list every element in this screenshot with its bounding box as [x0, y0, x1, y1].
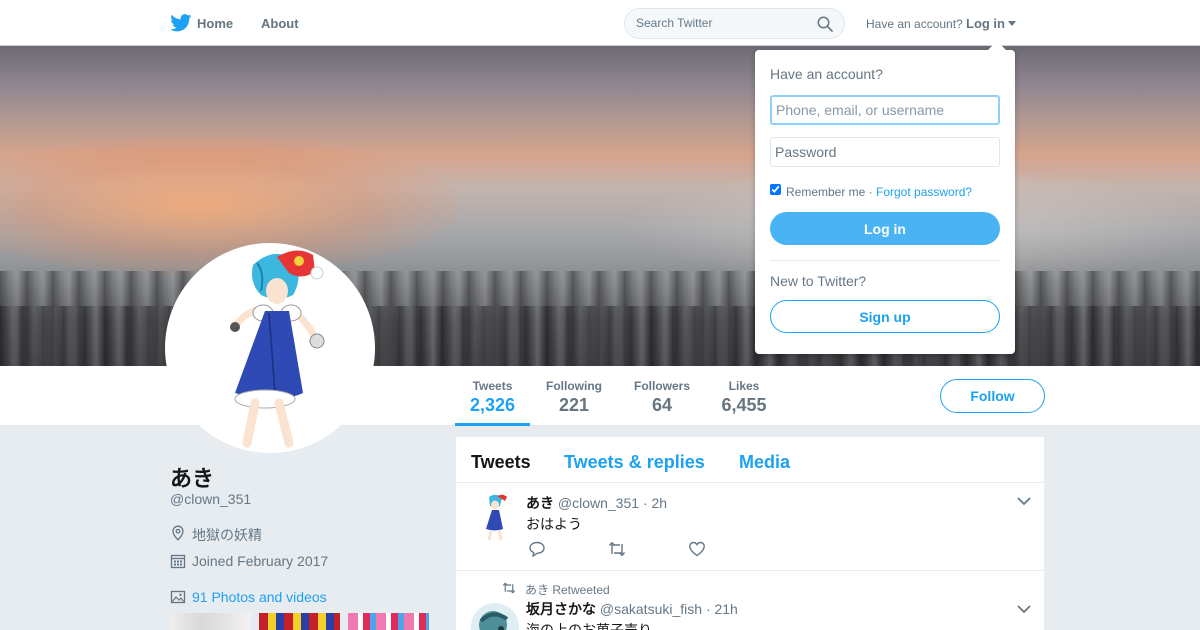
media-thumbnail[interactable]	[170, 613, 251, 630]
stat-label: Following	[546, 379, 602, 393]
nav-home-link[interactable]: Home	[197, 16, 233, 31]
tweet-author-name[interactable]: 坂月さかな	[526, 601, 596, 617]
have-account-text: Have an account?	[866, 17, 963, 31]
profile-avatar[interactable]	[165, 243, 375, 453]
photos-videos-label[interactable]: 91 Photos and videos	[192, 589, 327, 605]
nav-about-link[interactable]: About	[261, 16, 299, 31]
stat-tweets[interactable]: Tweets 2,326	[455, 366, 530, 426]
dropdown-arrow	[988, 41, 1006, 50]
tweet-text: おはよう	[526, 516, 582, 532]
profile-name: あき	[170, 466, 215, 491]
stat-value: 6,455	[721, 395, 767, 415]
forgot-password-link[interactable]: Forgot password?	[876, 185, 972, 199]
tweet-item[interactable]: あき @clown_351 · 2h おはよう	[456, 483, 1044, 571]
dropdown-title: Have an account?	[770, 66, 883, 82]
heart-icon[interactable]	[688, 541, 706, 557]
image-icon	[170, 590, 186, 604]
login-dropdown-toggle[interactable]: Log in	[966, 16, 1005, 31]
tweet-header: 坂月さかな @sakatsuki_fish · 21h	[526, 599, 738, 619]
remember-me-label[interactable]: Remember me ·	[786, 185, 873, 199]
tab-tweets-replies[interactable]: Tweets & replies	[564, 452, 705, 473]
chevron-down-icon[interactable]	[1017, 496, 1031, 506]
tweet-timestamp[interactable]: · 21h	[706, 601, 738, 617]
tweet-author-handle[interactable]: @sakatsuki_fish	[600, 601, 702, 617]
map-pin-icon	[172, 525, 184, 541]
retweet-note-text[interactable]: あき Retweeted	[525, 581, 610, 598]
media-thumbnail[interactable]	[259, 613, 340, 630]
stat-value: 64	[651, 395, 673, 415]
twitter-bird-icon[interactable]	[170, 14, 192, 32]
tab-media[interactable]: Media	[739, 452, 790, 473]
stat-label: Followers	[633, 379, 690, 393]
retweet-arrows-icon[interactable]	[608, 541, 626, 557]
profile-handle[interactable]: @clown_351	[170, 491, 251, 507]
remember-me-checkbox[interactable]	[770, 184, 781, 195]
top-navigation-bar: Home About Have an account? Log in	[0, 0, 1200, 46]
caret-down-icon[interactable]	[1008, 21, 1016, 26]
tweet-author-handle[interactable]: @clown_351	[558, 495, 639, 511]
location-text: 地獄の妖精	[192, 527, 262, 543]
chevron-down-icon[interactable]	[1017, 604, 1031, 614]
stat-value: 221	[558, 395, 590, 415]
tweet-avatar-illustration	[486, 494, 507, 541]
search-input[interactable]	[636, 16, 806, 30]
calendar-icon	[170, 554, 186, 569]
tweet-item[interactable]: あき Retweeted 坂月さかな @sakatsuki_fish · 21h…	[456, 571, 1044, 630]
timeline-tabs: Tweets Tweets & replies Media	[456, 437, 1044, 483]
signup-button[interactable]: Sign up	[770, 300, 1000, 333]
login-button[interactable]: Log in	[770, 212, 1000, 245]
media-thumbnail[interactable]	[348, 613, 429, 630]
stat-likes[interactable]: Likes 6,455	[712, 366, 776, 426]
stat-followers[interactable]: Followers 64	[628, 366, 696, 426]
joined-text: Joined February 2017	[192, 553, 329, 569]
retweet-arrows-icon	[502, 582, 516, 594]
username-field[interactable]	[770, 95, 1000, 125]
tweet-avatar-illustration	[471, 603, 519, 630]
follow-button[interactable]: Follow	[940, 379, 1045, 413]
tweet-author-name[interactable]: あき	[526, 495, 554, 511]
magnifier-icon[interactable]	[817, 16, 833, 32]
tweet-text: 海の上のお菓子売り	[526, 622, 652, 630]
speech-bubble-icon[interactable]	[528, 541, 546, 557]
tweet-header: あき @clown_351 · 2h	[526, 493, 667, 513]
password-field[interactable]	[770, 137, 1000, 167]
tweet-avatar[interactable]	[471, 493, 519, 541]
login-dropdown: Have an account? Remember me · Forgot pa…	[755, 41, 1015, 354]
stat-following[interactable]: Following 221	[540, 366, 608, 426]
avatar-illustration	[230, 250, 325, 448]
stat-label: Tweets	[472, 379, 513, 393]
tweet-avatar[interactable]	[471, 603, 519, 630]
dropdown-divider	[770, 260, 1000, 261]
timeline-panel: Tweets Tweets & replies Media あき @clown_…	[456, 437, 1044, 630]
search-box	[624, 8, 845, 39]
tweet-timestamp[interactable]: · 2h	[643, 495, 667, 511]
tab-tweets[interactable]: Tweets	[471, 452, 531, 473]
stat-value: 2,326	[469, 395, 516, 415]
new-to-twitter-text: New to Twitter?	[770, 273, 867, 289]
stat-label: Likes	[728, 379, 760, 393]
